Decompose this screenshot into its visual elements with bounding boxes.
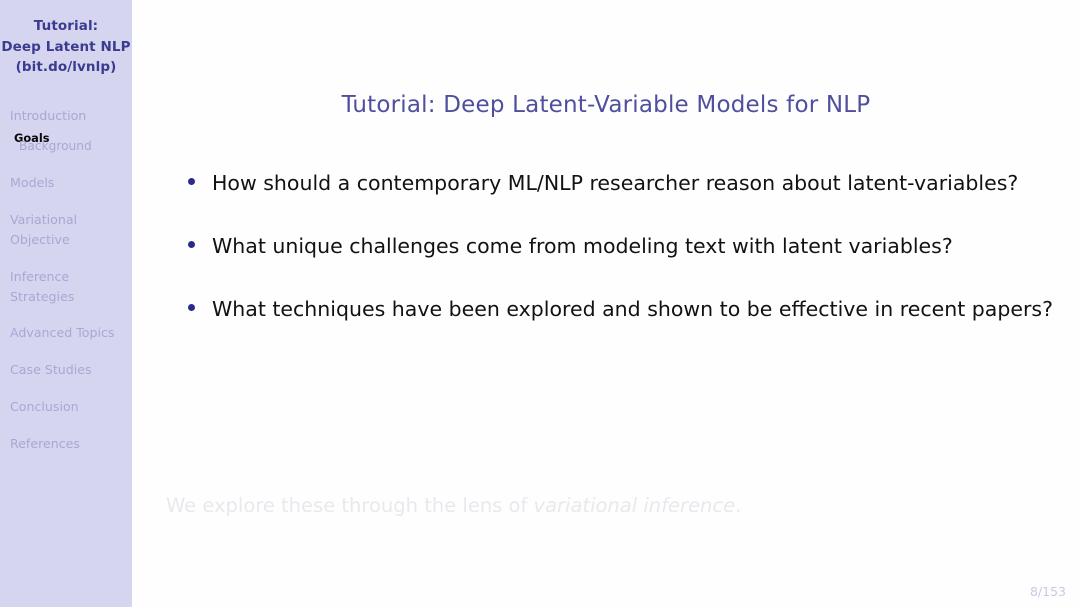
sidebar-item-label: Models xyxy=(10,175,55,191)
sidebar-item-label: Introduction xyxy=(10,107,87,123)
sidebar-item-conclusion[interactable]: Conclusion xyxy=(0,397,132,417)
slide-content-area: Tutorial: Deep Latent-Variable Models fo… xyxy=(132,0,1080,607)
sidebar-navigation: Tutorial: Deep Latent NLP (bit.do/lvnlp)… xyxy=(0,0,137,607)
sidebar-item-label: Variational xyxy=(10,211,78,227)
sidebar-item-references[interactable]: References xyxy=(0,434,132,454)
page-title: Tutorial: Deep Latent-Variable Models fo… xyxy=(341,92,871,118)
sidebar-item-label-cont: Strategies xyxy=(10,288,75,304)
closing-emphasis: variational inference xyxy=(533,494,736,517)
bullet-dot-icon xyxy=(188,178,195,185)
list-item: What unique challenges come from modelin… xyxy=(180,231,1054,262)
page-number: 8/153 xyxy=(1029,584,1066,599)
sidebar-item-inference-strategies[interactable]: Inference Strategies xyxy=(0,267,132,307)
presentation-slide: Tutorial: Deep Latent NLP (bit.do/lvnlp)… xyxy=(0,0,1080,607)
bullet-dot-icon xyxy=(188,304,195,312)
sidebar-item-introduction[interactable]: Introduction xyxy=(0,106,132,126)
sidebar-item-case-studies[interactable]: Case Studies xyxy=(0,360,132,380)
sidebar-tutorial-title: Tutorial: Deep Latent NLP (bit.do/lvnlp) xyxy=(0,0,132,78)
sidebar-item-advanced-topics[interactable]: Advanced Topics xyxy=(0,323,132,343)
sidebar-title-line-3: (bit.do/lvnlp) xyxy=(15,59,117,76)
sidebar-item-label: Background xyxy=(19,139,92,154)
list-item: How should a contemporary ML/NLP researc… xyxy=(180,168,1054,199)
sidebar-item-label: Inference xyxy=(10,268,70,284)
bullet-list: How should a contemporary ML/NLP researc… xyxy=(180,168,1054,357)
closing-suffix: . xyxy=(735,494,742,517)
bullet-dot-icon xyxy=(188,241,195,249)
sidebar-item-label-cont: Objective xyxy=(10,231,70,247)
closing-prefix: We explore these through the lens of xyxy=(166,494,534,517)
bullet-text: How should a contemporary ML/NLP researc… xyxy=(212,171,1019,195)
sidebar-item-label: Case Studies xyxy=(10,362,92,378)
sidebar-item-models[interactable]: Models xyxy=(0,173,132,193)
sidebar-item-variational-objective[interactable]: Variational Objective xyxy=(0,210,132,250)
closing-statement: We explore these through the lens of var… xyxy=(166,492,741,519)
bullet-text: What techniques have been explored and s… xyxy=(212,297,1053,322)
sidebar-item-label: Advanced Topics xyxy=(10,325,115,341)
section-outline-nav: Introduction Goals Background Models Var… xyxy=(0,106,132,454)
sidebar-item-label: Conclusion xyxy=(10,399,79,415)
sidebar-item-background[interactable]: Background xyxy=(0,137,132,156)
sidebar-title-line-2: Deep Latent NLP xyxy=(1,38,131,55)
sidebar-item-label: References xyxy=(10,436,80,452)
list-item: What techniques have been explored and s… xyxy=(180,294,1054,325)
sidebar-title-line-1: Tutorial: xyxy=(33,18,99,34)
bullet-text: What unique challenges come from modelin… xyxy=(212,234,953,259)
